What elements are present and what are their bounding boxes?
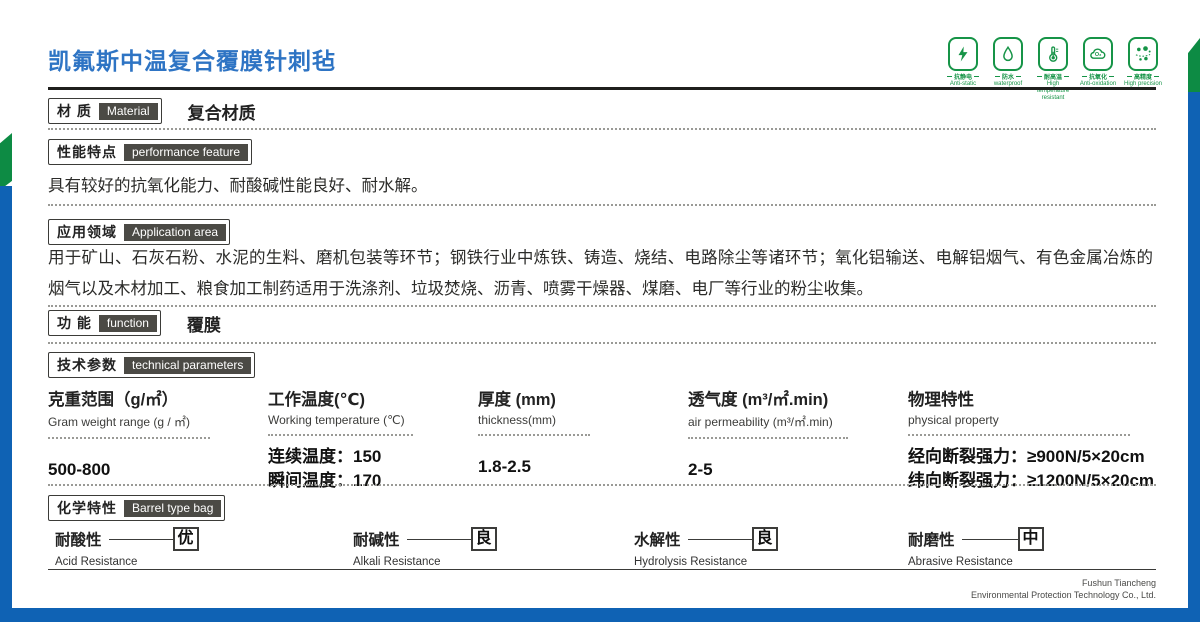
separator — [48, 437, 210, 439]
material-label-cn: 材 质 — [57, 101, 92, 121]
section-technical: 技术参数 technical parameters — [48, 352, 255, 378]
precision-dots-icon — [1128, 37, 1158, 71]
param-gram-weight: 克重范围（g/㎡） Gram weight range (g / ㎡) 500-… — [48, 386, 210, 482]
rating-box: 中 — [1018, 527, 1044, 551]
chemical-label-cn: 化学特性 — [57, 498, 117, 518]
application-label-cn: 应用领域 — [57, 222, 117, 242]
cloud-o2-icon: O₂ — [1083, 37, 1113, 71]
application-label-en: Application area — [124, 224, 226, 241]
footer-divider — [48, 569, 1156, 570]
feature-icons-row: 抗静电 Anti-static 防水 waterproof 耐高温 High t… — [946, 37, 1160, 102]
separator — [268, 434, 413, 436]
application-body: 用于矿山、石灰石粉、水泥的生料、磨机包装等环节；钢铁行业中炼铁、铸造、烧结、电路… — [48, 243, 1153, 305]
separator — [688, 437, 848, 439]
param-working-temperature: 工作温度(℃) Working temperature (℃) 连续温度：150… — [268, 386, 413, 493]
material-label-en: Material — [99, 103, 158, 120]
rating-box: 优 — [173, 527, 199, 551]
section-chemical: 化学特性 Barrel type bag — [48, 495, 225, 521]
svg-text:O₂: O₂ — [1095, 52, 1102, 58]
param-air-permeability: 透气度 (m³/㎡.min) air permeability (m³/㎡.mi… — [688, 386, 848, 482]
separator — [908, 434, 1130, 436]
param-physical-property: 物理特性 physical property 经向断裂强力：≥900N/5×20… — [908, 386, 1154, 493]
feature-high-temperature: 耐高温 High temperature resistant — [1036, 37, 1070, 102]
chem-abrasive-resistance: 耐磨性 中 Abrasive Resistance — [908, 527, 1044, 568]
chemical-label-box: 化学特性 Barrel type bag — [48, 495, 225, 521]
connector-line — [109, 539, 173, 540]
separator — [48, 484, 1156, 486]
chem-alkali-resistance: 耐碱性 良 Alkali Resistance — [353, 527, 497, 568]
function-label-box: 功 能 function — [48, 310, 161, 336]
technical-label-en: technical parameters — [124, 357, 251, 374]
feature-high-precision: 高精度 High precision — [1126, 37, 1160, 102]
function-value: 覆膜 — [187, 311, 221, 336]
feature-anti-static: 抗静电 Anti-static — [946, 37, 980, 102]
thermometer-icon — [1038, 37, 1068, 71]
separator — [48, 305, 1156, 307]
right-blue-bar — [1188, 92, 1200, 622]
left-green-ribbon — [0, 133, 12, 190]
right-green-ribbon — [1188, 38, 1200, 96]
separator — [48, 204, 1156, 206]
section-application: 应用领域 Application area — [48, 219, 230, 245]
company-name: Fushun Tiancheng Environmental Protectio… — [0, 577, 1156, 601]
performance-label-box: 性能特点 performance feature — [48, 139, 252, 165]
connector-line — [407, 539, 471, 540]
header-divider — [48, 87, 1156, 90]
bottom-blue-band — [0, 608, 1200, 622]
page-title: 凯氟斯中温复合覆膜针刺毡 — [48, 42, 336, 76]
technical-label-box: 技术参数 technical parameters — [48, 352, 255, 378]
company-name-line2: Environmental Protection Technology Co.,… — [0, 589, 1156, 601]
material-value: 复合材质 — [188, 99, 256, 124]
function-label-en: function — [99, 315, 157, 332]
separator — [48, 128, 1156, 130]
feature-waterproof: 防水 waterproof — [991, 37, 1025, 102]
performance-label-cn: 性能特点 — [57, 142, 117, 162]
separator — [478, 434, 590, 436]
section-function: 功 能 function 覆膜 — [48, 310, 221, 336]
separator — [48, 342, 1156, 344]
chemical-label-en: Barrel type bag — [124, 500, 221, 517]
left-blue-bar — [0, 186, 12, 622]
section-performance: 性能特点 performance feature — [48, 139, 252, 165]
rating-box: 良 — [471, 527, 497, 551]
performance-body: 具有较好的抗氧化能力、耐酸碱性能良好、耐水解。 — [48, 171, 1153, 202]
application-label-box: 应用领域 Application area — [48, 219, 230, 245]
company-name-line1: Fushun Tiancheng — [0, 577, 1156, 589]
chem-hydrolysis-resistance: 水解性 良 Hydrolysis Resistance — [634, 527, 778, 568]
section-material: 材 质 Material 复合材质 — [48, 98, 256, 124]
chem-acid-resistance: 耐酸性 优 Acid Resistance — [55, 527, 199, 568]
function-label-cn: 功 能 — [57, 313, 92, 333]
feature-anti-oxidation: O₂ 抗氧化 Anti-oxidation — [1081, 37, 1115, 102]
lightning-icon — [948, 37, 978, 71]
technical-label-cn: 技术参数 — [57, 355, 117, 375]
param-thickness: 厚度 (mm) thickness(mm) 1.8-2.5 — [478, 386, 590, 479]
connector-line — [962, 539, 1018, 540]
water-drop-icon — [993, 37, 1023, 71]
material-label-box: 材 质 Material — [48, 98, 162, 124]
performance-label-en: performance feature — [124, 144, 248, 161]
connector-line — [688, 539, 752, 540]
rating-box: 良 — [752, 527, 778, 551]
